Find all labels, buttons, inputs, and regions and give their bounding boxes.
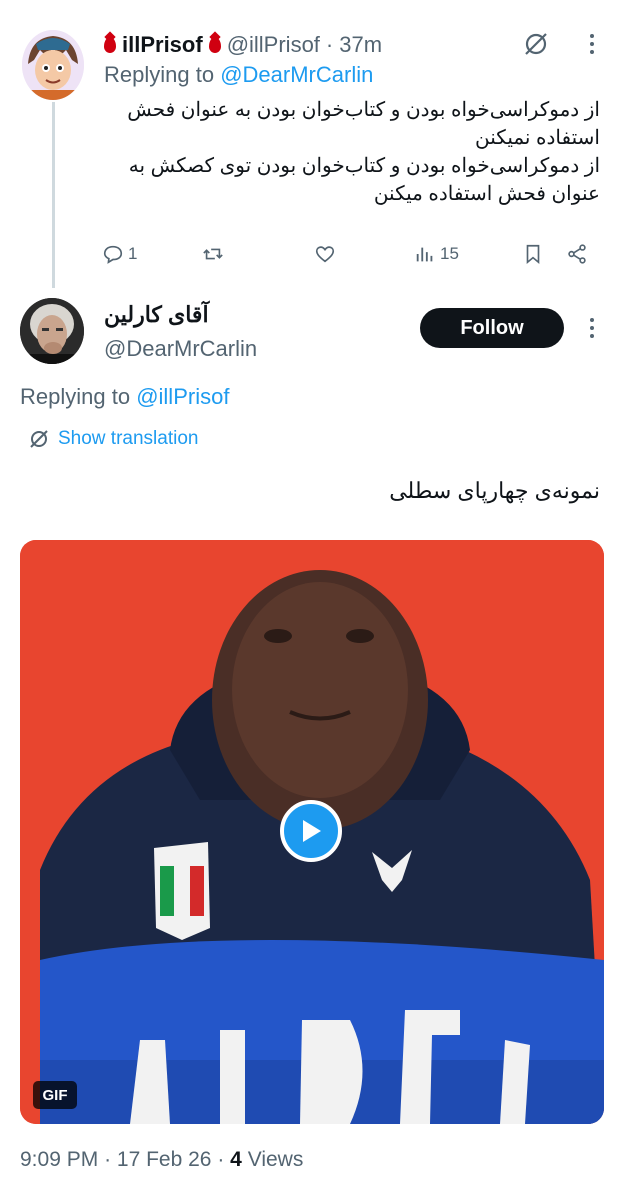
reply-button[interactable]: 1 — [102, 236, 137, 272]
share-icon — [568, 244, 586, 264]
blood-drop-icon — [208, 37, 221, 53]
tweet1-line: از دموکراسی‌خواه بودن و کتاب‌خوان بودن ب… — [127, 99, 600, 121]
tweet1-display-name[interactable]: illPrisof — [122, 32, 203, 58]
tweet2-metadata: 9:09 PM · 17 Feb 26 · 4 Views — [20, 1148, 303, 1172]
tweet2-text: نمونه‌ی چهارپای سطلی — [389, 478, 600, 503]
tweet1-line: از دموکراسی‌خواه بودن و کتاب‌خوان بودن ت… — [128, 155, 600, 177]
tweet2-date[interactable]: 17 Feb 26 — [117, 1148, 212, 1171]
retweet-button[interactable] — [202, 236, 224, 272]
reply-count: 1 — [128, 244, 138, 263]
tweet2-replying-to: Replying to @illPrisof — [20, 384, 230, 409]
play-icon — [303, 820, 321, 842]
views-button[interactable]: 15 — [414, 236, 459, 272]
tweet1-text: از دموکراسی‌خواه بودن و کتاب‌خوان بودن ب… — [100, 96, 600, 208]
avatar-illprisof[interactable] — [22, 30, 84, 100]
tweet2-handle[interactable]: @DearMrCarlin — [104, 336, 257, 362]
follow-button[interactable]: Follow — [420, 308, 564, 348]
play-button[interactable] — [280, 800, 342, 862]
blood-drop-icon — [104, 37, 116, 53]
tweet1-replying-to: Replying to @DearMrCarlin — [104, 62, 374, 87]
more-icon[interactable] — [580, 32, 604, 56]
separator-dot: · — [325, 32, 334, 57]
tweet1-line: عنوان فحش استفاده میکنن — [373, 183, 600, 205]
tweet1-time[interactable]: 37m — [339, 32, 382, 58]
retweet-icon — [203, 248, 223, 260]
bookmark-icon — [526, 244, 540, 265]
grok-icon[interactable] — [522, 30, 550, 58]
tweet2-views-label: Views — [247, 1148, 304, 1171]
share-button[interactable] — [566, 236, 588, 272]
tweet2-time[interactable]: 9:09 PM — [20, 1148, 98, 1171]
tweet1-header: illPrisof @illPrisof · 37m — [104, 30, 382, 60]
tweet2-display-name[interactable]: آقای کارلین — [104, 302, 209, 328]
replying-to-link[interactable]: @DearMrCarlin — [220, 62, 373, 87]
bookmark-button[interactable] — [522, 236, 544, 272]
like-button[interactable] — [314, 236, 336, 272]
tweet2-views-number: 4 — [230, 1148, 242, 1171]
tweet1-line: استفاده نمیکنن — [475, 127, 600, 149]
gif-badge: GIF — [33, 1081, 77, 1109]
translate-icon — [30, 430, 48, 448]
tweet1-action-bar: 1 15 — [100, 236, 610, 272]
like-icon — [315, 246, 335, 263]
separator-dot: · — [217, 1148, 225, 1171]
thread-connector-line — [52, 102, 55, 288]
views-icon — [416, 247, 433, 262]
tweet1-handle[interactable]: @illPrisof — [227, 32, 320, 58]
avatar-dearmrcarlin[interactable] — [20, 298, 84, 364]
show-translation-link[interactable]: Show translation — [28, 426, 198, 452]
separator-dot: · — [104, 1148, 112, 1171]
more-icon[interactable] — [580, 316, 604, 340]
replying-to-link[interactable]: @illPrisof — [136, 384, 229, 409]
views-count: 15 — [440, 244, 459, 263]
reply-icon — [103, 245, 123, 264]
